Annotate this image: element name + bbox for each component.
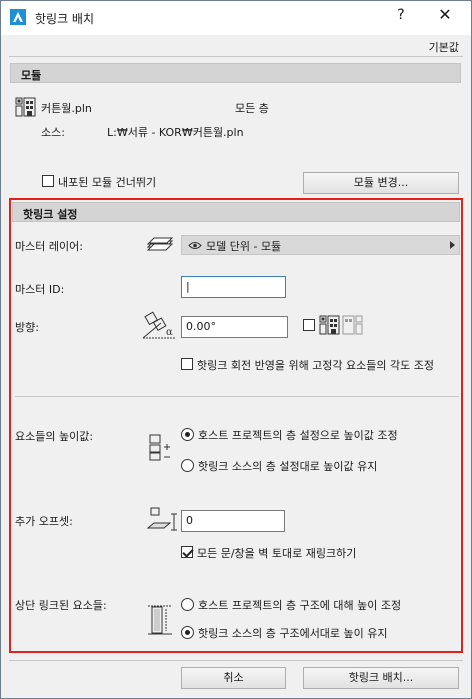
cancel-button[interactable]: 취소 — [181, 667, 286, 689]
top-linked-label: 상단 링크된 요소들: — [15, 599, 107, 612]
place-hotlink-button[interactable]: 핫링크 배치... — [303, 667, 459, 689]
relink-doors-windows-label: 모든 문/창을 벽 토대로 재링크하기 — [197, 547, 357, 560]
master-id-label: 마스터 ID: — [15, 283, 65, 296]
offset-input[interactable]: 0 — [181, 510, 285, 532]
archicad-logo-icon — [10, 9, 26, 25]
svg-text:α: α — [166, 327, 173, 338]
adjust-angle-checkbox[interactable] — [181, 358, 193, 370]
module-file-icon — [15, 97, 36, 117]
hotlink-placement-dialog: 핫링크 배치 ? ✕ 기본값 모듈 커튼월.pln 모든 층 소스: L:₩서류… — [0, 0, 472, 699]
source-label: 소스: — [41, 126, 65, 139]
highlight-frame — [9, 198, 463, 653]
change-module-button[interactable]: 모듈 변경... — [303, 172, 459, 194]
help-button[interactable]: ? — [391, 7, 411, 27]
mirror-icon — [319, 315, 363, 335]
top-linked-source-label: 핫링크 소스의 층 구조에서대로 높이 유지 — [198, 627, 388, 640]
offset-icon — [146, 507, 177, 531]
mirror-checkbox[interactable] — [303, 319, 315, 331]
module-floors: 모든 층 — [235, 102, 269, 115]
top-divider — [9, 56, 463, 57]
top-linked-source-radio[interactable] — [181, 626, 194, 639]
module-section-header: 모듈 — [10, 63, 461, 83]
footer-divider — [9, 660, 463, 661]
layer-icon — [146, 237, 174, 251]
window-title: 핫링크 배치 — [35, 12, 95, 26]
master-layer-value: 모델 단위 - 모듈 — [206, 240, 282, 253]
offset-label: 추가 오프셋: — [15, 515, 73, 528]
module-section-title: 모듈 — [21, 69, 42, 82]
relink-doors-windows-checkbox[interactable] — [181, 546, 193, 558]
module-file-name: 커튼월.pln — [41, 102, 92, 115]
rotation-angle-icon: α — [142, 311, 175, 339]
elevation-host-label: 호스트 프로젝트의 층 설정으로 높이값 조정 — [198, 429, 398, 442]
top-linked-host-radio[interactable] — [181, 598, 194, 611]
dropdown-arrow-icon — [450, 241, 455, 249]
settings-divider — [15, 396, 459, 397]
elevation-host-radio[interactable] — [181, 428, 194, 441]
hotlink-settings-title: 핫링크 설정 — [23, 208, 78, 221]
source-path: L:₩서류 - KOR₩커튼월.pln — [107, 126, 244, 139]
preset-label[interactable]: 기본값 — [429, 39, 459, 55]
story-elevation-icon — [149, 434, 170, 461]
orientation-label: 방향: — [15, 321, 39, 334]
top-linked-host-label: 호스트 프로젝트의 층 구조에 대해 높이 조정 — [198, 599, 402, 612]
elevation-label: 요소들의 높이값: — [15, 430, 94, 443]
skip-nested-modules-checkbox[interactable] — [42, 175, 54, 187]
master-id-input[interactable]: | — [181, 276, 286, 298]
adjust-angle-label: 핫링크 회전 반영을 위해 고정각 요소들의 각도 조정 — [197, 359, 434, 372]
elevation-source-radio[interactable] — [181, 459, 194, 472]
skip-nested-modules-label: 내포된 모듈 건너뛰기 — [58, 176, 157, 189]
close-button[interactable]: ✕ — [433, 5, 457, 29]
title-bar[interactable]: 핫링크 배치 ? ✕ — [1, 1, 471, 35]
top-linked-icon — [148, 605, 172, 635]
master-layer-dropdown[interactable]: 모델 단위 - 모듈 — [181, 235, 460, 255]
elevation-source-label: 핫링크 소스의 층 설정대로 높이값 유지 — [198, 460, 378, 473]
master-layer-label: 마스터 레이어: — [15, 240, 83, 253]
eye-icon — [188, 242, 202, 249]
hotlink-settings-header: 핫링크 설정 — [12, 202, 460, 222]
angle-input[interactable]: 0.00° — [181, 316, 288, 338]
